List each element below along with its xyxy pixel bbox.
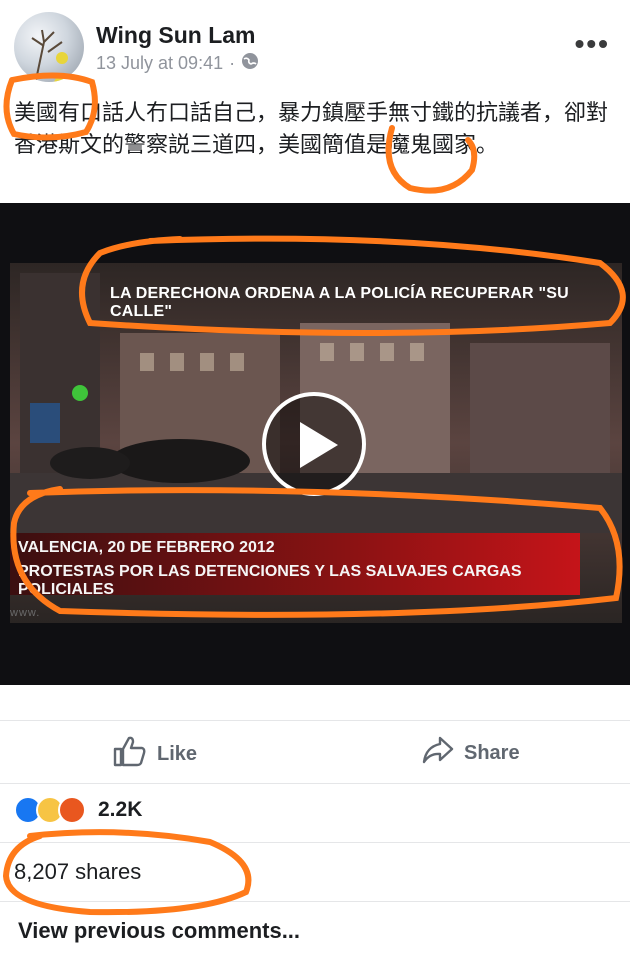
meta-separator: · [229, 53, 236, 73]
share-button[interactable]: Share [422, 735, 520, 771]
post-header: Wing Sun Lam 13 July at 09:41 · ••• [0, 0, 630, 88]
caption-line-2: PROTESTAS POR LAS DETENCIONES Y LAS SALV… [18, 563, 522, 598]
share-label: Share [464, 741, 520, 764]
reactions-summary[interactable]: 2.2K [14, 796, 142, 824]
shares-row: 8,207 shares [0, 842, 630, 902]
shares-count[interactable]: 8,207 shares [14, 859, 141, 885]
post-action-bar: Like Share [0, 720, 630, 784]
video-overlay-title: LA DERECHONA ORDENA A LA POLICÍA RECUPER… [110, 285, 569, 320]
video-caption-bar: VALENCIA, 20 DE FEBRERO 2012 PROTESTAS P… [10, 533, 580, 598]
angry-reaction-icon [58, 796, 86, 824]
post-text: 美國有口話人冇口話自己，暴力鎮壓手無寸鐵的抗議者，卻對香港斯文的警察説三道四，美… [14, 101, 609, 158]
like-label: Like [157, 742, 198, 765]
view-previous-comments-link[interactable]: View previous comments... [18, 918, 300, 944]
video-watermark: www. [10, 607, 41, 619]
post-meta: 13 July at 09:41 · [96, 52, 259, 75]
thumbs-up-icon [113, 735, 147, 773]
author-name[interactable]: Wing Sun Lam [96, 22, 256, 49]
reactions-count: 2.2K [98, 798, 143, 821]
caption-line-1: VALENCIA, 20 DE FEBRERO 2012 [18, 539, 275, 556]
globe-icon [241, 52, 259, 75]
post-timestamp[interactable]: 13 July at 09:41 [96, 53, 223, 74]
like-button[interactable]: Like [113, 735, 197, 773]
play-icon[interactable] [262, 392, 366, 496]
author-avatar[interactable] [14, 12, 84, 82]
more-options-icon[interactable]: ••• [575, 28, 610, 60]
video-player[interactable]: LA DERECHONA ORDENA A LA POLICÍA RECUPER… [0, 203, 630, 685]
share-arrow-icon [422, 735, 454, 771]
